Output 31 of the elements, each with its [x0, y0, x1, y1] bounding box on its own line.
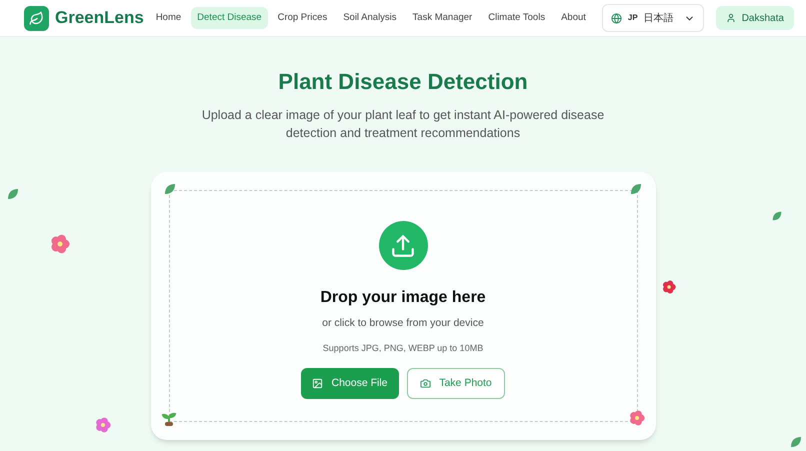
nav-link[interactable]: Home [150, 6, 188, 30]
brand-name: GreenLens [55, 7, 144, 30]
nav-link[interactable]: Detect Disease [191, 6, 268, 30]
leaf-logo-icon [24, 6, 49, 30]
nav-link[interactable]: Climate Tools [482, 6, 552, 30]
leaf-icon [789, 435, 803, 449]
leaf-icon [771, 210, 783, 222]
flower-icon [50, 234, 70, 254]
browse-hint: or click to browse from your device [322, 316, 484, 331]
format-note: Supports JPG, PNG, WEBP up to 10MB [322, 342, 484, 355]
nav-link[interactable]: Soil Analysis [337, 6, 403, 30]
nav-link[interactable]: Crop Prices [272, 6, 334, 30]
upload-icon [378, 221, 428, 270]
page-subtitle: Upload a clear image of your plant leaf to get instant AI-powered disease detection and treatment recommendations [200, 107, 606, 142]
nav-link[interactable]: About [555, 6, 592, 30]
sprout-icon [160, 410, 176, 426]
leaf-icon [628, 182, 642, 196]
flower-icon [628, 410, 644, 426]
nav-link[interactable]: Task Manager [406, 6, 478, 30]
camera-icon [420, 378, 432, 390]
flower-icon [662, 280, 676, 294]
user-icon [726, 13, 736, 23]
page-title: Plant Disease Detection [278, 68, 528, 96]
language-selector[interactable]: JP 日本語 [602, 4, 704, 32]
user-button[interactable]: Dakshata [716, 6, 794, 30]
leaf-icon [162, 182, 176, 196]
drop-heading: Drop your image here [320, 288, 486, 308]
globe-icon [610, 12, 622, 24]
leaf-icon [6, 187, 20, 201]
image-icon [312, 378, 324, 390]
flower-icon [95, 417, 111, 433]
